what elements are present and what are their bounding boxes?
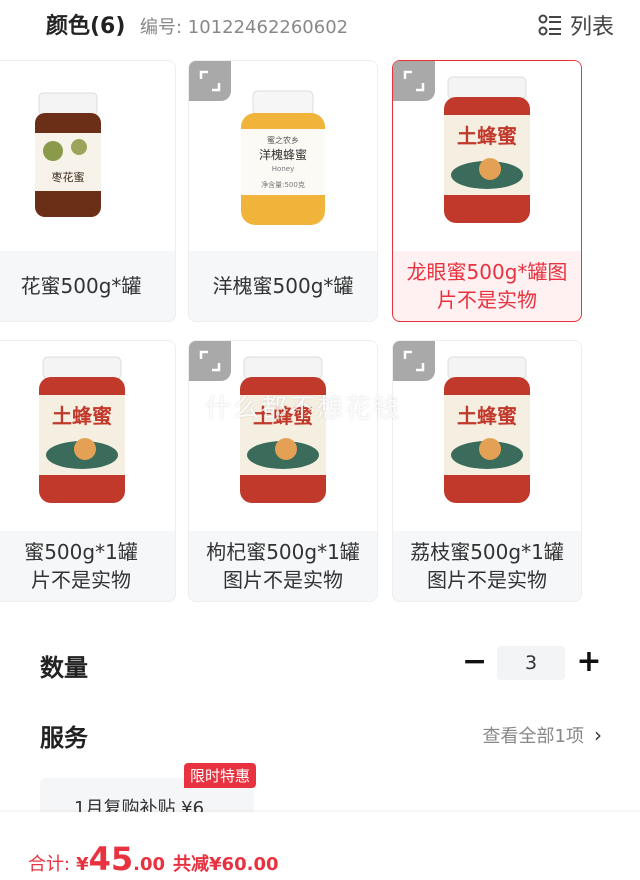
expand-image-button[interactable] bbox=[393, 61, 435, 101]
product-label: 龙眼蜜500g*罐图 片不是实物 bbox=[406, 260, 568, 312]
product-code: 编号: 10122462260602 bbox=[140, 17, 349, 38]
product-card-4[interactable]: 土蜂蜜 蜜500g*1罐 片不是实物 bbox=[0, 340, 176, 602]
service-row: 服务 查看全部1项 › bbox=[0, 708, 640, 758]
product-card-3[interactable]: 土蜂蜜 龙眼蜜500g*罐图 片不是实物 bbox=[392, 60, 582, 322]
product-card-6[interactable]: 土蜂蜜 荔枝蜜500g*1罐 图片不是实物 bbox=[392, 340, 582, 602]
decrease-quantity-button[interactable]: − bbox=[462, 644, 487, 680]
expand-image-button[interactable] bbox=[189, 341, 231, 381]
chevron-right-icon: › bbox=[594, 723, 602, 747]
product-label: 蜜500g*1罐 片不是实物 bbox=[24, 540, 138, 592]
product-label: 花蜜500g*罐 bbox=[20, 274, 142, 298]
jar-label-text: 土蜂蜜 bbox=[457, 404, 517, 428]
product-card-1[interactable]: 枣花蜜 花蜜500g*罐 bbox=[0, 60, 176, 322]
currency-symbol: ¥ bbox=[76, 854, 89, 875]
honey-jar-acacia: 蜜之农乡 洋槐蜂蜜 Honey 净含量:500克 bbox=[241, 90, 325, 225]
honey-jar-red-date: 枣花蜜 bbox=[35, 92, 101, 217]
service-label: 服务 bbox=[40, 724, 88, 752]
total-integer: 45 bbox=[88, 840, 134, 878]
product-grid: 枣花蜜 花蜜500g*罐 蜜之农乡 洋槐蜂蜜 Honey 净含量:500克 洋槐… bbox=[0, 60, 640, 606]
product-card-5[interactable]: 土蜂蜜 枸杞蜜500g*1罐 图片不是实物 bbox=[188, 340, 378, 602]
view-all-services-link[interactable]: 查看全部1项 › bbox=[483, 722, 602, 748]
jar-weight-text: 净含量:500克 bbox=[261, 180, 305, 189]
product-image: 土蜂蜜 bbox=[0, 341, 175, 531]
jar-brand-text: 蜜之农乡 bbox=[267, 135, 299, 145]
jar-sub-text: Honey bbox=[272, 165, 294, 173]
expand-icon bbox=[403, 350, 425, 372]
total-decimal: .00 bbox=[133, 854, 166, 875]
total-price: 合计: ¥ 45 .00 共减¥60.00 bbox=[28, 840, 279, 878]
quantity-row: 数量 − 3 + bbox=[0, 636, 640, 692]
product-label: 洋槐蜜500g*罐 bbox=[212, 274, 354, 298]
checkout-bar: 合计: ¥ 45 .00 共减¥60.00 bbox=[0, 812, 640, 880]
limited-offer-badge: 限时特惠 bbox=[184, 763, 257, 788]
product-label: 荔枝蜜500g*1罐 图片不是实物 bbox=[410, 540, 564, 592]
jar-label-text: 土蜂蜜 bbox=[457, 124, 517, 148]
honey-jar-earth: 土蜂蜜 bbox=[240, 356, 326, 503]
view-all-services-label: 查看全部1项 bbox=[482, 726, 584, 747]
quantity-label: 数量 bbox=[40, 654, 88, 682]
honey-jar-earth: 土蜂蜜 bbox=[444, 356, 530, 503]
list-icon bbox=[538, 14, 562, 36]
list-view-toggle[interactable]: 列表 bbox=[538, 9, 614, 41]
header: 颜色(6) 编号: 10122462260602 列表 bbox=[0, 0, 640, 52]
total-label: 合计: bbox=[28, 854, 71, 875]
jar-label-text: 枣花蜜 bbox=[52, 170, 85, 184]
increase-quantity-button[interactable]: + bbox=[576, 644, 602, 680]
expand-icon bbox=[199, 350, 221, 372]
expand-icon bbox=[199, 70, 221, 92]
expand-image-button[interactable] bbox=[189, 61, 231, 101]
watermark: 什么都不想花钱 bbox=[205, 394, 402, 424]
product-card-2[interactable]: 蜜之农乡 洋槐蜂蜜 Honey 净含量:500克 洋槐蜜500g*罐 bbox=[188, 60, 378, 322]
jar-label-text: 土蜂蜜 bbox=[52, 404, 112, 428]
product-image: 枣花蜜 bbox=[0, 61, 175, 251]
list-view-label: 列表 bbox=[569, 15, 614, 40]
color-section-title: 颜色(6) bbox=[46, 14, 126, 39]
quantity-input[interactable]: 3 bbox=[497, 646, 565, 680]
expand-image-button[interactable] bbox=[393, 341, 435, 381]
jar-label-text: 洋槐蜂蜜 bbox=[259, 147, 307, 162]
honey-jar-earth: 土蜂蜜 bbox=[39, 356, 125, 503]
honey-jar-earth: 土蜂蜜 bbox=[444, 76, 530, 223]
expand-icon bbox=[403, 70, 425, 92]
total-discount: 共减¥60.00 bbox=[173, 854, 279, 875]
product-label: 枸杞蜜500g*1罐 图片不是实物 bbox=[206, 540, 360, 592]
